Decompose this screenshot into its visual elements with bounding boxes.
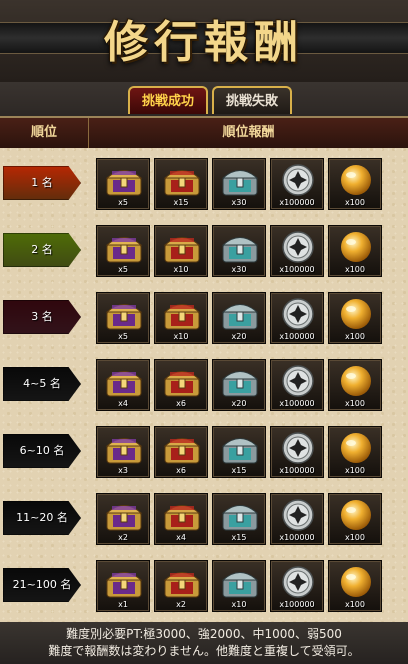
tab-bar: 挑戦成功 挑戦失敗 xyxy=(0,82,408,118)
reward-item[interactable]: x15 xyxy=(154,158,208,210)
reward-item[interactable]: x15 xyxy=(212,493,266,545)
footer-line-required-pt: 難度別必要PT:極3000、強2000、中1000、弱500 xyxy=(66,627,342,641)
item-quantity: x1 xyxy=(118,600,128,609)
reward-item[interactable]: x100 xyxy=(328,158,382,210)
rank-badge: 4~5 名 xyxy=(3,367,81,401)
item-quantity: x15 xyxy=(231,466,247,475)
reward-item[interactable]: x100 xyxy=(328,292,382,344)
item-quantity: x15 xyxy=(173,198,189,207)
item-quantity: x100000 xyxy=(279,466,315,475)
reward-item[interactable]: x20 xyxy=(212,292,266,344)
item-quantity: x100000 xyxy=(279,600,315,609)
item-quantity: x100 xyxy=(344,198,365,207)
item-quantity: x5 xyxy=(118,265,128,274)
reward-item[interactable]: x100 xyxy=(328,225,382,277)
reward-item[interactable]: x5 xyxy=(96,225,150,277)
item-quantity: x4 xyxy=(118,399,128,408)
item-quantity: x20 xyxy=(231,399,247,408)
reward-item[interactable]: x5 xyxy=(96,158,150,210)
page-title: 修行報酬 xyxy=(104,17,304,68)
table-row: 1 名 x5 x15 x30 x100000 x100 xyxy=(0,150,408,217)
reward-table: 順位 順位報酬 1 名 x5 x15 x30 x100000 x100 2 名 x5 x10 x3… xyxy=(0,116,408,624)
reward-item[interactable]: x10 xyxy=(154,225,208,277)
reward-item[interactable]: x10 xyxy=(212,560,266,612)
item-quantity: x100 xyxy=(344,600,365,609)
item-quantity: x30 xyxy=(231,265,247,274)
item-quantity: x5 xyxy=(118,198,128,207)
header: 修行報酬 xyxy=(0,0,408,82)
table-row: 2 名 x5 x10 x30 x100000 x100 xyxy=(0,217,408,284)
item-quantity: x100000 xyxy=(279,265,315,274)
item-quantity: x10 xyxy=(173,332,189,341)
item-quantity: x15 xyxy=(231,533,247,542)
reward-item[interactable]: x100000 xyxy=(270,493,324,545)
item-quantity: x6 xyxy=(176,466,186,475)
reward-item[interactable]: x3 xyxy=(96,426,150,478)
item-quantity: x100 xyxy=(344,265,365,274)
reward-item[interactable]: x20 xyxy=(212,359,266,411)
reward-item[interactable]: x100000 xyxy=(270,158,324,210)
reward-item[interactable]: x15 xyxy=(212,426,266,478)
rank-badge: 3 名 xyxy=(3,300,81,334)
item-quantity: x4 xyxy=(176,533,186,542)
rank-badge: 2 名 xyxy=(3,233,81,267)
app: 修行報酬 挑戦成功 挑戦失敗 順位 順位報酬 1 名 x5 x15 x30 x10000… xyxy=(0,0,408,664)
rank-badge: 6~10 名 xyxy=(3,434,81,468)
footer-line-notice: 難度で報酬数は変わりません。他難度と重複して受領可。 xyxy=(48,644,360,658)
reward-item[interactable]: x100000 xyxy=(270,359,324,411)
item-quantity: x20 xyxy=(231,332,247,341)
item-quantity: x5 xyxy=(118,332,128,341)
reward-item[interactable]: x4 xyxy=(96,359,150,411)
tab-challenge-success[interactable]: 挑戦成功 xyxy=(128,86,208,114)
reward-item[interactable]: x100 xyxy=(328,359,382,411)
rank-badge: 1 名 xyxy=(3,166,81,200)
reward-item[interactable]: x100000 xyxy=(270,292,324,344)
reward-item[interactable]: x100000 xyxy=(270,560,324,612)
table-row: 11~20 名 x2 x4 x15 x100000 x100 xyxy=(0,485,408,552)
reward-item[interactable]: x100000 xyxy=(270,426,324,478)
column-header-rank: 順位 xyxy=(0,118,89,148)
item-quantity: x100 xyxy=(344,332,365,341)
item-quantity: x10 xyxy=(173,265,189,274)
reward-item[interactable]: x6 xyxy=(154,426,208,478)
item-quantity: x2 xyxy=(176,600,186,609)
reward-item[interactable]: x100 xyxy=(328,426,382,478)
item-quantity: x100000 xyxy=(279,399,315,408)
rank-badge: 11~20 名 xyxy=(3,501,81,535)
item-quantity: x10 xyxy=(231,600,247,609)
item-quantity: x30 xyxy=(231,198,247,207)
table-header: 順位 順位報酬 xyxy=(0,118,408,148)
item-quantity: x100000 xyxy=(279,332,315,341)
table-row: 4~5 名 x4 x6 x20 x100000 x100 xyxy=(0,351,408,418)
footer-note: 難度別必要PT:極3000、強2000、中1000、弱500 難度で報酬数は変わ… xyxy=(0,622,408,664)
item-quantity: x100 xyxy=(344,466,365,475)
item-quantity: x100 xyxy=(344,399,365,408)
reward-item[interactable]: x100 xyxy=(328,560,382,612)
reward-item[interactable]: x6 xyxy=(154,359,208,411)
tab-challenge-failure[interactable]: 挑戦失敗 xyxy=(212,86,292,114)
table-row: 3 名 x5 x10 x20 x100000 x100 xyxy=(0,284,408,351)
reward-item[interactable]: x30 xyxy=(212,225,266,277)
reward-item[interactable]: x1 xyxy=(96,560,150,612)
reward-item[interactable]: x2 xyxy=(96,493,150,545)
table-row: 6~10 名 x3 x6 x15 x100000 x100 xyxy=(0,418,408,485)
item-quantity: x100000 xyxy=(279,533,315,542)
table-row: 21~100 名 x1 x2 x10 x100000 x100 xyxy=(0,552,408,619)
reward-item[interactable]: x4 xyxy=(154,493,208,545)
item-quantity: x100000 xyxy=(279,198,315,207)
item-quantity: x6 xyxy=(176,399,186,408)
reward-item[interactable]: x5 xyxy=(96,292,150,344)
item-quantity: x2 xyxy=(118,533,128,542)
reward-item[interactable]: x100 xyxy=(328,493,382,545)
reward-item[interactable]: x100000 xyxy=(270,225,324,277)
reward-item[interactable]: x10 xyxy=(154,292,208,344)
reward-item[interactable]: x30 xyxy=(212,158,266,210)
reward-item[interactable]: x2 xyxy=(154,560,208,612)
item-quantity: x100 xyxy=(344,533,365,542)
rank-badge: 21~100 名 xyxy=(3,568,81,602)
column-header-reward: 順位報酬 xyxy=(222,125,275,140)
item-quantity: x3 xyxy=(118,466,128,475)
